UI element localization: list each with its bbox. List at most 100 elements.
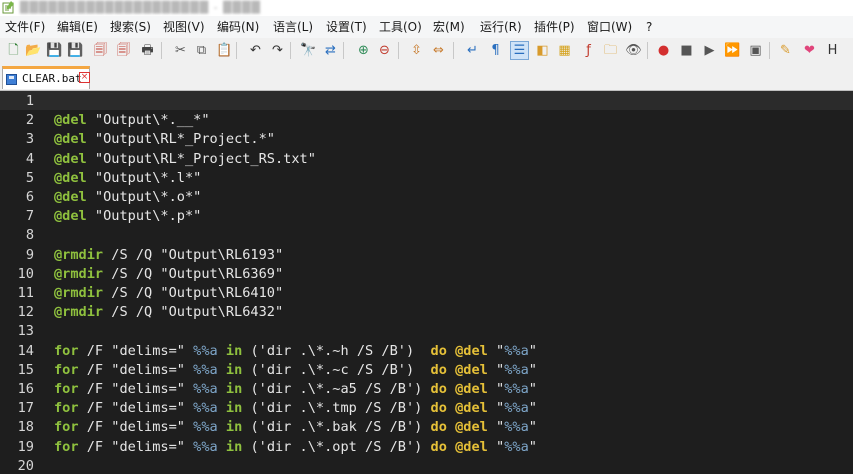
folder-workspace-icon[interactable]: 🗀 [601, 41, 620, 60]
code-editor[interactable]: 1 2 @del "Output\*.__*" 3 @del "Output\RL*_P… [0, 91, 853, 474]
code-token: for [54, 361, 79, 378]
code-token: in [225, 381, 243, 397]
cut-icon[interactable]: ✂ [171, 41, 190, 60]
menu-item-7[interactable]: 工具(O) [379, 20, 422, 34]
code-line[interactable]: 14 for /F "delims=" %%a in ('dir .\*.~h /… [0, 341, 853, 360]
line-number: 17 [17, 400, 34, 417]
code-line[interactable]: 16 for /F "delims=" %%a in ('dir .\*.~a5 … [0, 379, 853, 398]
save-icon[interactable]: 💾 [45, 41, 64, 60]
code-token: /S /Q "Output\RL6432" [103, 304, 284, 321]
run-macro-multiple-icon[interactable]: ⏩ [723, 41, 742, 60]
code-token: @rmdir [54, 246, 104, 263]
line-code: @rmdir /S /Q "Output\RL6410" [54, 284, 283, 303]
code-token: " [528, 419, 537, 436]
tab-close-icon[interactable]: × [79, 72, 90, 83]
new-file-icon[interactable]: 🗋 [4, 41, 23, 60]
zoom-out-icon[interactable]: ⊖ [375, 41, 394, 60]
code-line[interactable]: 4 @del "Output\RL*_Project_RS.txt" [0, 149, 853, 168]
code-line[interactable]: 19 for /F "delims=" %%a in ('dir .\*.opt … [0, 437, 853, 456]
line-number: 20 [17, 457, 34, 474]
copy-icon[interactable]: ⧉ [192, 41, 211, 60]
menu-item-9[interactable]: 运行(R) [480, 20, 522, 34]
replace-icon[interactable]: ⇄ [321, 41, 340, 60]
function-list-icon[interactable]: ƒ [579, 41, 598, 60]
code-line[interactable]: 12 @rmdir /S /Q "Output\RL6432" [0, 302, 853, 321]
hex-editor-icon[interactable]: H [823, 41, 842, 60]
close-file-icon[interactable]: 🗐 [91, 41, 110, 60]
code-line[interactable]: 10 @rmdir /S /Q "Output\RL6369" [0, 264, 853, 283]
code-line[interactable]: 9 @rmdir /S /Q "Output\RL6193" [0, 245, 853, 264]
close-all-icon[interactable]: 🗐 [114, 41, 133, 60]
menu-item-4[interactable]: 编码(N) [217, 20, 259, 34]
code-line[interactable]: 15 for /F "delims=" %%a in ('dir .\*.~c /… [0, 360, 853, 379]
code-token: ('dir .\*.tmp /S /B') [242, 400, 431, 417]
menu-item-3[interactable]: 视图(V) [163, 20, 205, 34]
line-code: @del "Output\*.__*" [54, 111, 210, 130]
menu-item-5[interactable]: 语言(L) [273, 20, 313, 34]
code-line[interactable]: 11 @rmdir /S /Q "Output\RL6410" [0, 283, 853, 302]
code-token: ('dir .\*.~h /S /B') [242, 342, 431, 359]
menu-item-1[interactable]: 编辑(E) [57, 20, 98, 34]
paste-icon[interactable]: 📋 [215, 41, 234, 60]
menu-item-6[interactable]: 设置(T) [326, 20, 367, 34]
code-token: in [225, 400, 243, 417]
menu-item-8[interactable]: 宏(M) [433, 20, 465, 34]
menu-item-11[interactable]: 窗口(W) [587, 20, 632, 34]
line-number: 2 [25, 112, 34, 129]
code-token: " [528, 400, 537, 417]
code-line[interactable]: 20 [0, 456, 853, 474]
code-line[interactable]: 18 for /F "delims=" %%a in ('dir .\*.bak … [0, 417, 853, 436]
code-line[interactable]: 17 for /F "delims=" %%a in ('dir .\*.tmp … [0, 398, 853, 417]
monitoring-icon[interactable]: 👁 [624, 41, 643, 60]
line-code: @del "Output\*.p*" [54, 207, 201, 226]
menu-bar: 文件(F) 编辑(E) 搜索(S) 视图(V) 编码(N) 语言(L) 设置(T) 工具(O)… [0, 16, 853, 39]
line-number: 14 [17, 342, 34, 359]
spell-check-icon[interactable]: ✎ [776, 41, 795, 60]
menu-item-2[interactable]: 搜索(S) [110, 20, 151, 34]
code-line[interactable]: 1 [0, 91, 853, 110]
sync-horizontal-icon[interactable]: ⇔ [429, 41, 448, 60]
user-language-icon[interactable]: ◧ [533, 41, 552, 60]
code-line[interactable]: 3 @del "Output\RL*_Project.*" [0, 129, 853, 148]
code-line[interactable]: 6 @del "Output\*.o*" [0, 187, 853, 206]
code-line[interactable]: 5 @del "Output\*.l*" [0, 168, 853, 187]
menu-item-12[interactable]: ? [646, 20, 652, 34]
document-map-icon[interactable]: ▦ [555, 41, 574, 60]
open-file-icon[interactable]: 📂 [24, 41, 43, 60]
code-token: " [528, 342, 537, 359]
code-line[interactable]: 7 @del "Output\*.p*" [0, 206, 853, 225]
code-token: %%a [193, 419, 218, 436]
show-all-chars-icon[interactable]: ¶ [486, 41, 505, 60]
code-line[interactable]: 13 [0, 321, 853, 340]
code-line[interactable]: 2 @del "Output\*.__*" [0, 110, 853, 129]
save-all-icon[interactable]: 💾 [66, 41, 85, 60]
zoom-in-icon[interactable]: ⊕ [354, 41, 373, 60]
redo-icon[interactable]: ↷ [268, 41, 287, 60]
menu-item-0[interactable]: 文件(F) [5, 20, 45, 34]
stop-record-icon[interactable]: ■ [677, 41, 696, 60]
record-macro-icon[interactable]: ● [654, 41, 673, 60]
toolbar-separator [343, 42, 344, 59]
code-token: /F "delims=" [78, 400, 194, 417]
window-title: ████████████████████ - ████ [20, 1, 261, 14]
toolbar-separator [398, 42, 399, 59]
code-line[interactable]: 8 [0, 225, 853, 244]
tab-clear-bat[interactable]: CLEAR.bat × [2, 66, 90, 89]
play-macro-icon[interactable]: ▶ [700, 41, 719, 60]
indent-guide-icon[interactable]: ☰ [510, 41, 529, 60]
find-icon[interactable]: 🔭 [299, 41, 318, 60]
toolbar-separator [453, 42, 454, 59]
print-icon[interactable]: 🖶 [138, 41, 157, 60]
code-token: " [528, 381, 537, 397]
save-macro-icon[interactable]: ▣ [746, 41, 765, 60]
favorite-icon[interactable]: ❤ [800, 41, 819, 60]
tab-label: CLEAR.bat [22, 72, 82, 85]
menu-item-10[interactable]: 插件(P) [534, 20, 575, 34]
line-number: 8 [25, 227, 34, 244]
code-token: %%a [504, 419, 529, 436]
undo-icon[interactable]: ↶ [246, 41, 265, 60]
code-token: %%a [193, 381, 218, 397]
sync-vertical-icon[interactable]: ⇳ [407, 41, 426, 60]
code-token: /S /Q "Output\RL6369" [103, 265, 284, 282]
word-wrap-icon[interactable]: ↵ [463, 41, 482, 60]
